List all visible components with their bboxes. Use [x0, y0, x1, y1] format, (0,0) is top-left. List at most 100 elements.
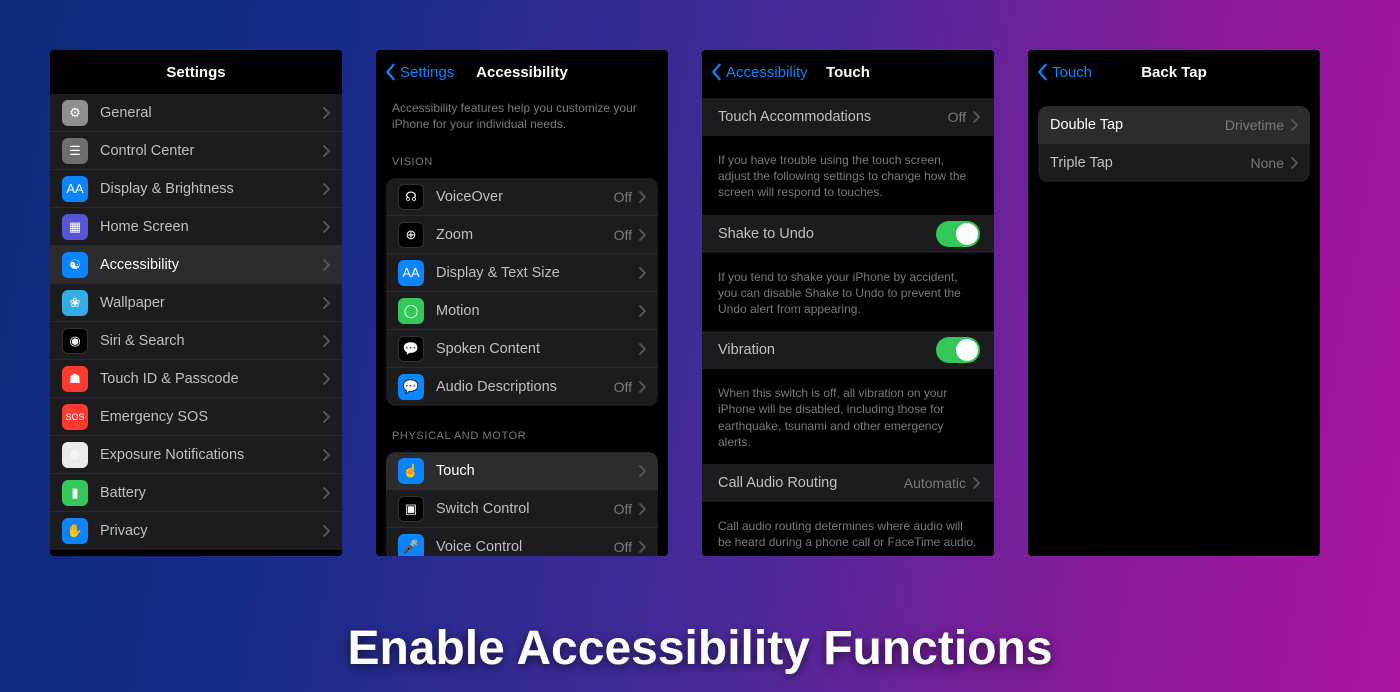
row-value: Drivetime — [1225, 117, 1284, 133]
screen-backtap: Touch Back Tap Double TapDrivetimeTriple… — [1028, 50, 1320, 556]
chevron-right-icon — [1290, 157, 1298, 169]
settings-row[interactable]: ❀Wallpaper — [50, 284, 342, 322]
row-label: Privacy — [100, 523, 322, 539]
row-label: Audio Descriptions — [436, 379, 614, 395]
chevron-right-icon — [638, 503, 646, 515]
settings-row[interactable]: Vibration — [702, 331, 994, 369]
settings-row[interactable]: ✋ Privacy — [50, 512, 342, 550]
row-label: Emergency SOS — [100, 409, 322, 425]
app-icon: ⊚ — [62, 442, 88, 468]
app-icon: ◯ — [398, 298, 424, 324]
nav-bar: Settings — [50, 50, 342, 94]
nav-bar: Accessibility Touch — [702, 50, 994, 94]
chevron-right-icon — [322, 183, 330, 195]
row-label: Motion — [436, 303, 638, 319]
app-icon: ☰ — [62, 138, 88, 164]
settings-row[interactable]: ☊VoiceOverOff — [386, 178, 658, 216]
row-label: Zoom — [436, 227, 614, 243]
row-label: Voice Control — [436, 539, 614, 555]
settings-row[interactable]: ◯ Motion — [386, 292, 658, 330]
settings-row[interactable]: ▣Switch ControlOff — [386, 490, 658, 528]
back-label: Touch — [1052, 64, 1092, 81]
screen-touch: Accessibility Touch Touch Accommodations… — [702, 50, 994, 556]
settings-row[interactable]: ☰ Control Center — [50, 132, 342, 170]
settings-row[interactable]: 💬Spoken Content — [386, 330, 658, 368]
row-label: Siri & Search — [100, 333, 322, 349]
settings-row[interactable]: ⊕ZoomOff — [386, 216, 658, 254]
row-label: Battery — [100, 485, 322, 501]
row-value: Off — [614, 189, 632, 205]
settings-row[interactable]: ▮ Battery — [50, 474, 342, 512]
settings-row[interactable]: 💬Audio DescriptionsOff — [386, 368, 658, 406]
settings-row[interactable]: ⚙General — [50, 94, 342, 132]
nav-bar: Settings Accessibility — [376, 50, 668, 94]
chevron-right-icon — [972, 111, 980, 123]
chevron-right-icon — [638, 381, 646, 393]
chevron-right-icon — [638, 229, 646, 241]
chevron-right-icon — [638, 191, 646, 203]
back-button[interactable]: Settings — [384, 63, 454, 81]
settings-row[interactable]: Call Audio RoutingAutomatic — [702, 464, 994, 502]
app-icon: ▮ — [62, 480, 88, 506]
settings-row[interactable]: Triple TapNone — [1038, 144, 1310, 182]
app-icon: ❀ — [62, 290, 88, 316]
settings-row[interactable]: ☯Accessibility — [50, 246, 342, 284]
section-description: If you tend to shake your iPhone by acci… — [702, 263, 994, 328]
settings-row[interactable]: ◉ Siri & Search — [50, 322, 342, 360]
app-icon: ▣ — [398, 496, 424, 522]
settings-row[interactable]: 🎤Voice ControlOff — [386, 528, 658, 556]
row-label: Switch Control — [436, 501, 614, 517]
row-value: Off — [614, 539, 632, 555]
chevron-right-icon — [322, 259, 330, 271]
chevron-right-icon — [322, 145, 330, 157]
row-value: Off — [948, 109, 966, 125]
chevron-right-icon — [972, 477, 980, 489]
app-icon: ▦ — [62, 214, 88, 240]
row-label: Double Tap — [1050, 117, 1225, 133]
settings-row[interactable]: AADisplay & Brightness — [50, 170, 342, 208]
back-button[interactable]: Touch — [1036, 63, 1092, 81]
app-icon: ☊ — [398, 184, 424, 210]
page-title: Settings — [50, 64, 342, 81]
chevron-right-icon — [322, 449, 330, 461]
section-description: When this switch is off, all vibration o… — [702, 379, 994, 460]
settings-row[interactable]: ☗Touch ID & Passcode — [50, 360, 342, 398]
row-label: Display & Brightness — [100, 181, 322, 197]
section-description: Accessibility features help you customiz… — [376, 94, 668, 142]
section-header: VISION — [376, 142, 668, 174]
chevron-right-icon — [322, 107, 330, 119]
toggle-switch[interactable] — [936, 337, 980, 363]
app-icon: SOS — [62, 404, 88, 430]
chevron-right-icon — [322, 335, 330, 347]
row-label: Accessibility — [100, 257, 322, 273]
settings-row[interactable]: ☝Touch — [386, 452, 658, 490]
chevron-right-icon — [638, 541, 646, 553]
settings-row[interactable]: ▦Home Screen — [50, 208, 342, 246]
row-label: Touch Accommodations — [718, 109, 948, 125]
chevron-right-icon — [638, 465, 646, 477]
settings-row[interactable]: Shake to Undo — [702, 215, 994, 253]
chevron-right-icon — [322, 411, 330, 423]
app-icon: ✋ — [62, 518, 88, 544]
app-icon: ◉ — [62, 328, 88, 354]
chevron-right-icon — [322, 487, 330, 499]
app-icon: ⊕ — [398, 222, 424, 248]
settings-row[interactable]: Touch AccommodationsOff — [702, 98, 994, 136]
row-label: Control Center — [100, 143, 322, 159]
row-label: Vibration — [718, 342, 936, 358]
section-description: If you have trouble using the touch scre… — [702, 146, 994, 211]
section-description: Call audio routing determines where audi… — [702, 512, 994, 556]
chevron-right-icon — [322, 525, 330, 537]
toggle-switch[interactable] — [936, 221, 980, 247]
row-label: Shake to Undo — [718, 226, 936, 242]
settings-row[interactable]: SOS Emergency SOS — [50, 398, 342, 436]
chevron-right-icon — [322, 373, 330, 385]
settings-row[interactable]: AADisplay & Text Size — [386, 254, 658, 292]
screen-settings: Settings ⚙General ☰ Control Center AADispla… — [50, 50, 342, 556]
back-button[interactable]: Accessibility — [710, 63, 808, 81]
app-icon: AA — [398, 260, 424, 286]
settings-row[interactable]: ⊚Exposure Notifications — [50, 436, 342, 474]
chevron-right-icon — [1290, 119, 1298, 131]
chevron-right-icon — [638, 343, 646, 355]
settings-row[interactable]: Double TapDrivetime — [1038, 106, 1310, 144]
